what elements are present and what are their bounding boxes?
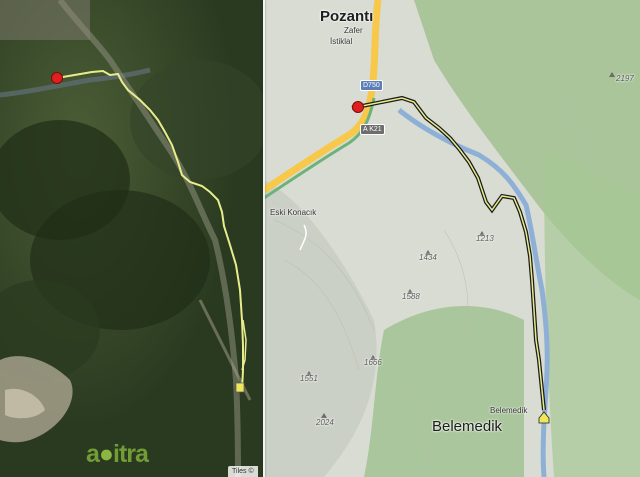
- road-shield-d750: D750: [360, 80, 383, 91]
- peak-label: 1213: [476, 234, 494, 243]
- topo-basemap: [264, 0, 640, 477]
- map-attribution[interactable]: Tiles ©: [228, 466, 258, 477]
- peak-label: 1588: [402, 292, 420, 301]
- start-marker-icon[interactable]: [352, 101, 364, 113]
- place-label-belemedik-big: Belemedik: [432, 418, 503, 435]
- finish-home-icon[interactable]: [235, 382, 245, 393]
- place-label-eski-konacik: Eski Konacık: [270, 208, 317, 217]
- peak-label: 2024: [316, 418, 334, 427]
- place-label-istiklal: İstiklal: [330, 37, 353, 46]
- peak-label: 1666: [364, 358, 382, 367]
- place-label-zafer: Zafer: [344, 26, 363, 35]
- satellite-imagery: [0, 0, 264, 477]
- topo-panel[interactable]: Pozantı Zafer İstiklal Eski Konacık Bele…: [264, 0, 640, 477]
- start-marker-icon[interactable]: [51, 72, 63, 84]
- peak-label: 2197: [616, 74, 634, 83]
- peak-label: 1434: [419, 253, 437, 262]
- atlas-logo: a●itra: [86, 440, 149, 468]
- peak-label: 1551: [300, 374, 318, 383]
- compare-divider-handle[interactable]: [263, 0, 265, 477]
- place-label-belemedik-small: Belemedik: [490, 406, 528, 415]
- place-label-pozanti: Pozantı: [320, 8, 374, 25]
- satellite-panel[interactable]: a●itra: [0, 0, 264, 477]
- road-shield-k21: A K21: [360, 124, 385, 135]
